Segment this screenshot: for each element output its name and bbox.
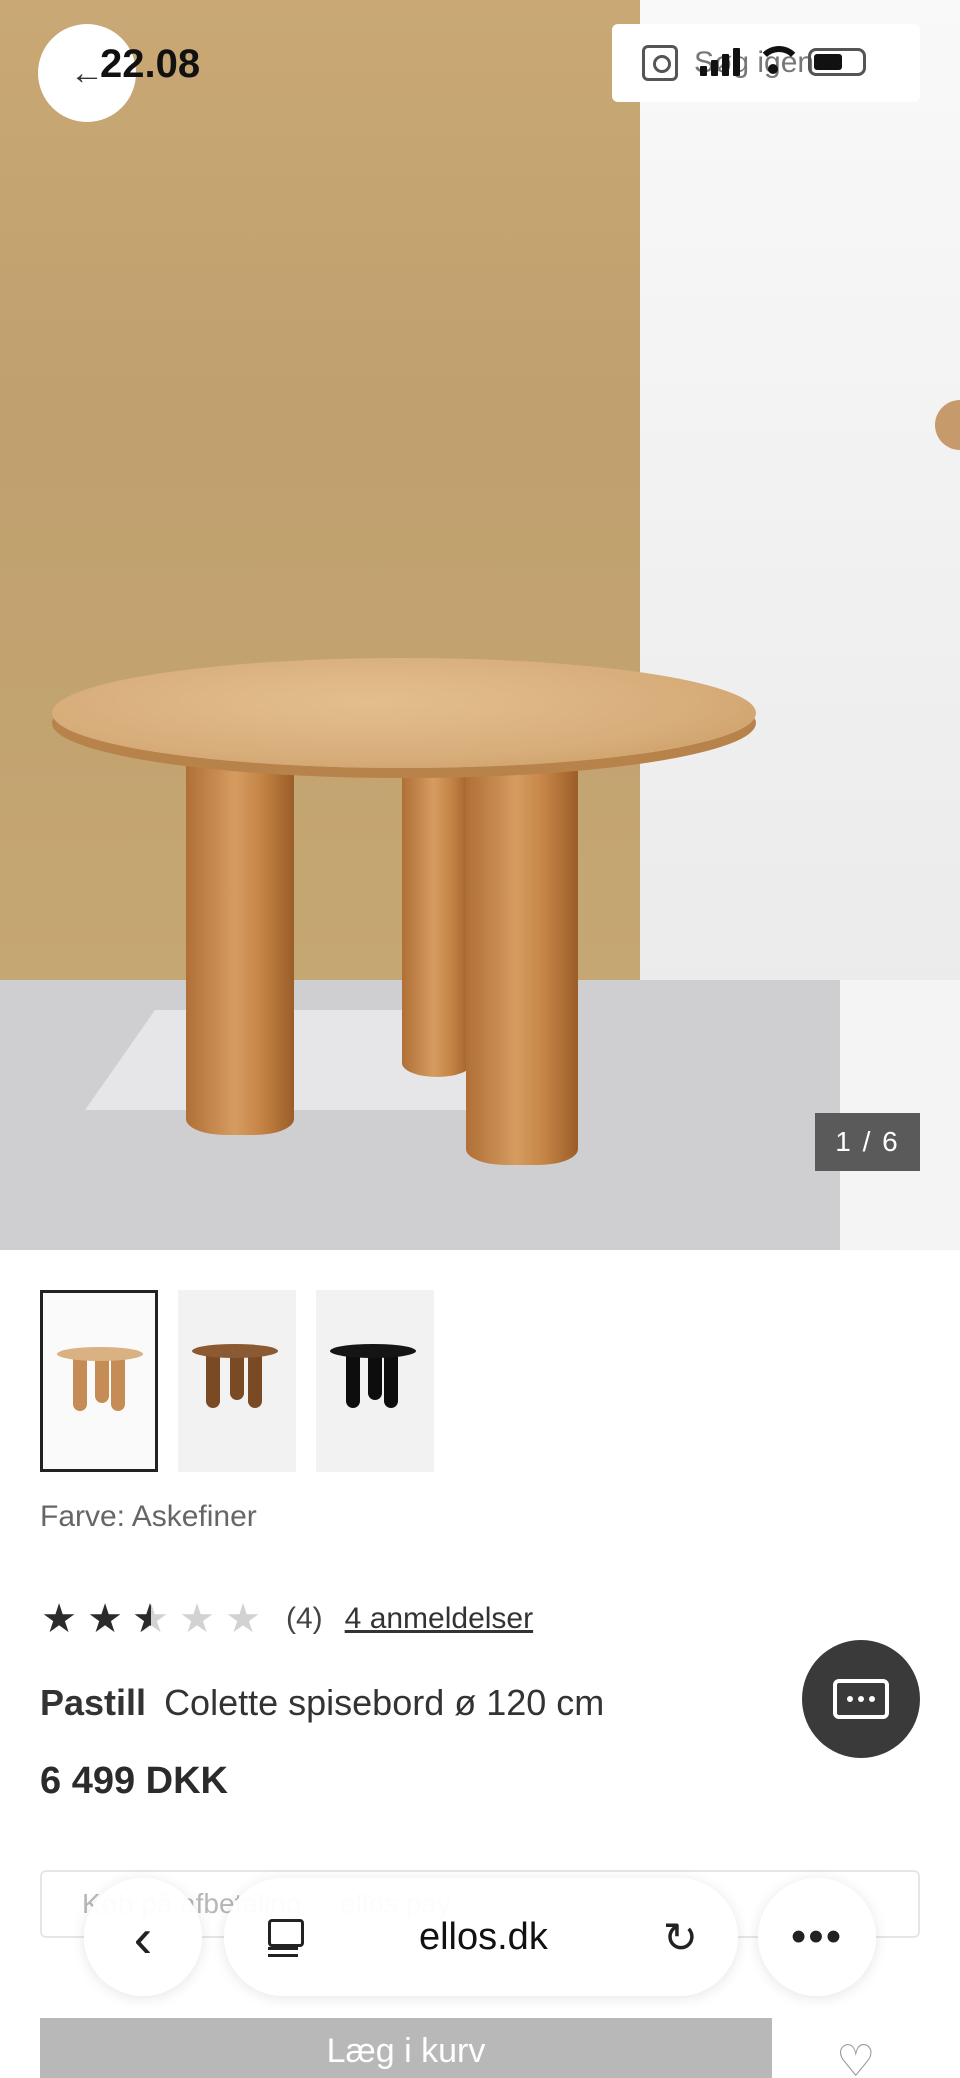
thumbnail-black[interactable] xyxy=(316,1290,434,1472)
tabs-icon[interactable] xyxy=(264,1917,304,1957)
table-leg xyxy=(466,765,578,1165)
thumbnail-strip xyxy=(40,1290,434,1472)
table-top xyxy=(52,658,756,768)
reload-icon[interactable]: ↻ xyxy=(663,1913,698,1962)
rating: ★ ★ ★ ★ ★ (4) 4 anmeldelser xyxy=(40,1597,533,1641)
product-title: Pastill Colette spisebord ø 120 cm xyxy=(40,1682,604,1724)
chat-button[interactable] xyxy=(802,1640,920,1758)
thumbnail-askefiner[interactable] xyxy=(40,1290,158,1472)
product-name: Colette spisebord ø 120 cm xyxy=(164,1682,605,1723)
browser-toolbar: ‹ ellos.dk ↻ ••• xyxy=(0,1870,960,2000)
price: 6 499 DKK xyxy=(40,1760,228,1802)
thumbnail-medium[interactable] xyxy=(178,1290,296,1472)
star-icon: ★ xyxy=(179,1597,215,1641)
product-image[interactable] xyxy=(0,0,960,1250)
wifi-icon xyxy=(754,46,802,76)
rating-count: (4) xyxy=(286,1602,323,1635)
reviews-link[interactable]: 4 anmeldelser xyxy=(345,1602,533,1636)
system-status-icons xyxy=(700,46,866,76)
table-leg xyxy=(402,765,472,1077)
add-to-cart-button[interactable]: Læg i kurv xyxy=(40,2018,772,2078)
more-icon: ••• xyxy=(790,1912,844,1961)
browser-back-button[interactable]: ‹ xyxy=(84,1878,202,1996)
address-bar[interactable]: ellos.dk ↻ xyxy=(224,1878,738,1996)
back-arrow-icon: ← xyxy=(70,53,104,92)
more-button[interactable]: ••• xyxy=(758,1878,876,1996)
signal-icon xyxy=(700,48,740,76)
chevron-left-icon: ‹ xyxy=(133,1905,153,1969)
url-text: ellos.dk xyxy=(418,1915,548,1958)
chat-icon xyxy=(833,1679,889,1719)
star-icon: ★ xyxy=(41,1597,77,1641)
color-label: Farve: Askefiner xyxy=(40,1500,257,1533)
status-time: 22.08 xyxy=(100,42,201,86)
star-icon: ★ xyxy=(225,1597,261,1641)
table-leg xyxy=(186,765,294,1135)
image-counter: 1 / 6 xyxy=(815,1113,920,1171)
battery-icon xyxy=(808,48,866,76)
brand-name[interactable]: Pastill xyxy=(40,1682,146,1723)
search-scan-icon xyxy=(642,45,678,81)
heart-icon[interactable]: ♡ xyxy=(836,2036,875,2078)
star-icon: ★ xyxy=(132,1599,170,1639)
star-icon: ★ xyxy=(87,1597,123,1641)
